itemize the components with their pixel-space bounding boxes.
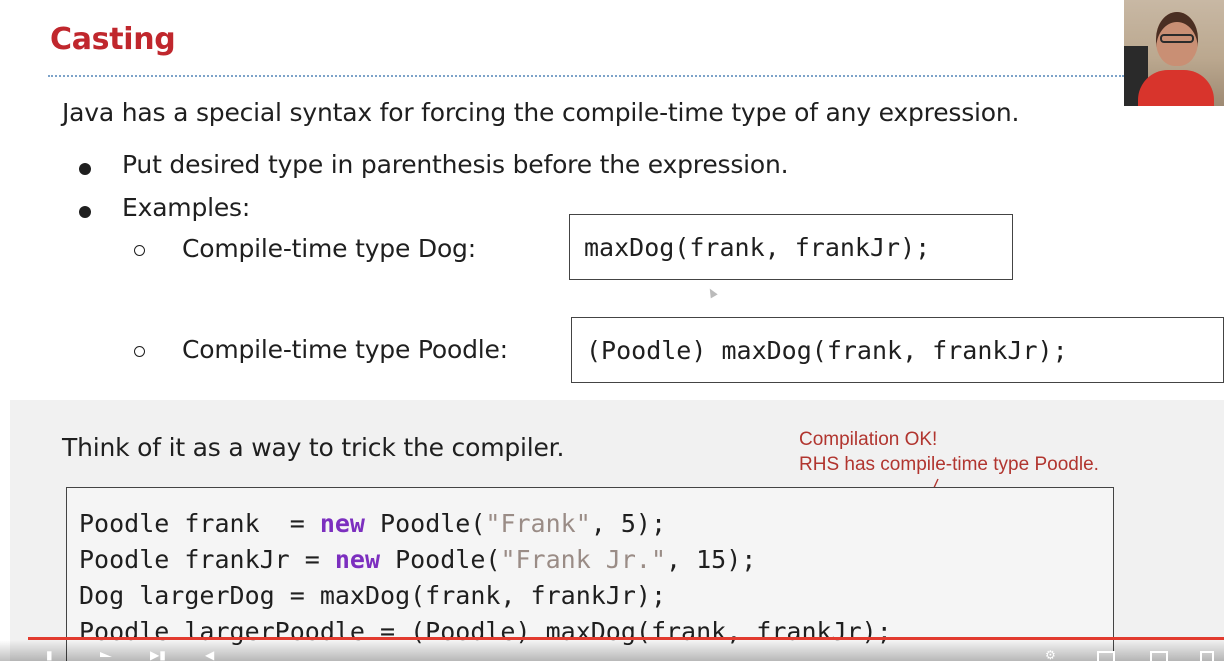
string-literal: "Frank" [485, 509, 591, 538]
webcam-overlay [1124, 0, 1224, 106]
compilation-annotation: Compilation OK! RHS has compile-time typ… [799, 427, 1099, 477]
skip-next-icon[interactable]: ▶▮ [150, 649, 166, 661]
fullscreen-icon[interactable] [1200, 651, 1214, 661]
skip-back-icon[interactable]: ▮ [46, 649, 53, 661]
code-line-2: Poodle frankJr = new Poodle("Frank Jr.",… [79, 545, 757, 574]
webcam-shirt [1138, 70, 1214, 106]
volume-icon[interactable]: ◀ [205, 649, 214, 661]
bullet-dot [79, 163, 91, 175]
code-block: Poodle frank = new Poodle("Frank", 5); Po… [66, 487, 1114, 661]
title-divider [48, 75, 1124, 77]
bullet-dot [79, 206, 91, 218]
sub-bullet [134, 245, 145, 256]
bullet-1: Put desired type in parenthesis before t… [122, 150, 789, 179]
keyword-new: new [319, 509, 365, 538]
video-progress-bar[interactable] [28, 637, 1224, 640]
code-line-1: Poodle frank = new Poodle("Frank", 5); [79, 509, 667, 538]
bullet-2: Examples: [122, 193, 251, 222]
annotation-line-2: RHS has compile-time type Poodle. [799, 454, 1099, 475]
keyword-new: new [334, 545, 381, 574]
settings-icon[interactable]: ⚙ [1045, 649, 1056, 661]
example-label-poodle: Compile-time type Poodle: [182, 335, 508, 364]
play-icon[interactable] [100, 652, 112, 657]
webcam-glasses [1160, 34, 1194, 43]
intro-text: Java has a special syntax for forcing th… [62, 98, 1020, 127]
code-box-dog: maxDog(frank, frankJr); [569, 214, 1013, 280]
example-label-dog: Compile-time type Dog: [182, 234, 476, 263]
miniplayer-icon[interactable] [1097, 651, 1115, 661]
theater-icon[interactable] [1150, 651, 1168, 661]
string-literal: "Frank Jr." [500, 545, 667, 574]
player-controls-bar [0, 640, 1224, 661]
mouse-cursor-icon [706, 286, 718, 299]
code-box-poodle: (Poodle) maxDog(frank, frankJr); [571, 317, 1224, 383]
slide-title: Casting [50, 22, 176, 57]
annotation-line-1: Compilation OK! [799, 429, 938, 450]
code-line-3: Dog largerDog = maxDog(frank, frankJr); [79, 581, 666, 610]
trick-text: Think of it as a way to trick the compil… [62, 433, 565, 462]
sub-bullet [134, 346, 145, 357]
